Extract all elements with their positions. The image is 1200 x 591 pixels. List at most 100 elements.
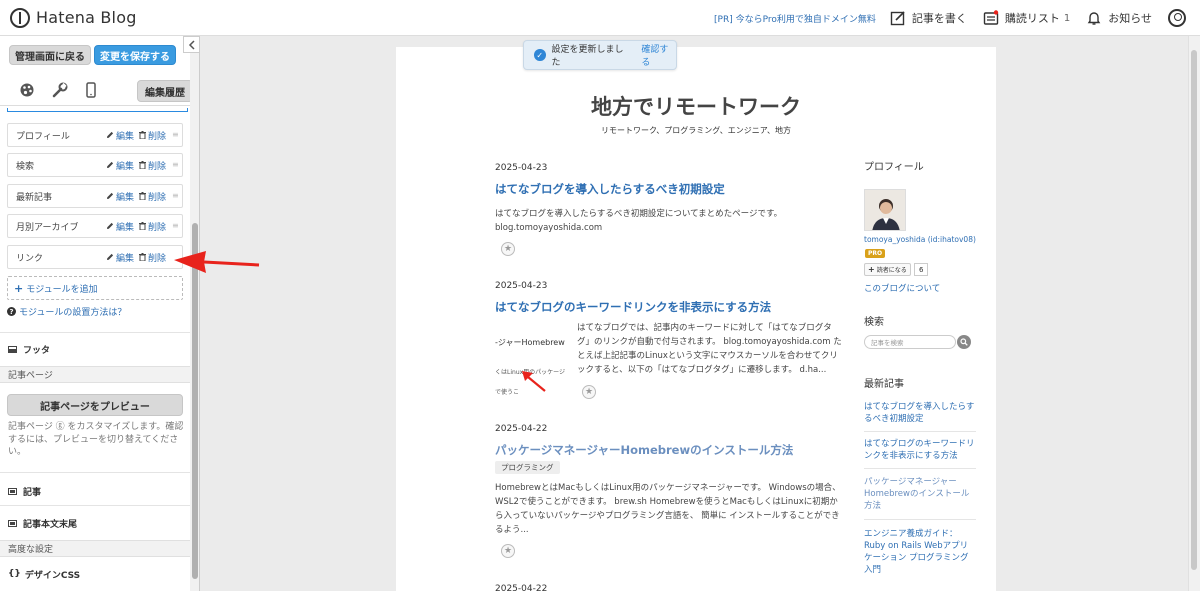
module-edit-button[interactable]: 編集 <box>106 220 134 233</box>
entry-title[interactable]: はてなブログのキーワードリンクを非表示にする方法 <box>495 299 771 315</box>
module-delete-button[interactable]: 削除 <box>138 129 166 142</box>
module-edit-label: 編集 <box>115 222 134 233</box>
blog-title[interactable]: 地方でリモートワーク <box>396 91 996 121</box>
pro-badge: PRO <box>865 249 886 258</box>
article-icon <box>8 487 17 495</box>
drag-handle-icon[interactable]: ≡ <box>172 131 179 139</box>
write-article-button[interactable]: 記事を書く <box>890 10 967 26</box>
advanced-group-header: 高度な設定 <box>0 540 190 557</box>
star-icon[interactable]: ★ <box>501 544 515 558</box>
pr-link[interactable]: [PR] 今ならPro利用で独自ドメイン無料 <box>714 12 876 25</box>
recent-article-link[interactable]: エンジニア養成ガイド：Ruby on Rails Webアプリケーション プログ… <box>864 528 976 576</box>
module-howto-link[interactable]: ? モジュールの設置方法は？ <box>7 305 126 318</box>
preview-scrollbar-thumb[interactable] <box>1191 50 1197 570</box>
notifications-label: お知らせ <box>1108 12 1152 25</box>
module-edit-button[interactable]: 編集 <box>106 251 134 264</box>
pencil-icon <box>106 161 114 168</box>
write-article-label: 記事を書く <box>911 12 967 25</box>
hatena-blog-logo[interactable]: Hatena Blog <box>10 7 137 28</box>
profile-widget-title: プロフィール <box>864 162 924 173</box>
save-changes-button[interactable]: 変更を保存する <box>94 45 176 65</box>
profile-name-link[interactable]: tomoya_yoshida (id:ihatov08) <box>864 235 976 244</box>
trash-icon <box>138 131 146 139</box>
article-section[interactable]: 記事 <box>0 484 190 498</box>
add-module-button[interactable]: + モジュールを追加 <box>7 276 183 300</box>
preview-article-page-button[interactable]: 記事ページをプレビュー <box>7 394 183 416</box>
module-delete-button[interactable]: 削除 <box>138 251 166 264</box>
entry-summary: HomebrewとはMacもしくはLinux用のパッケージマネージャーです。 W… <box>495 483 841 535</box>
footer-icon <box>8 345 17 353</box>
entry-date[interactable]: 2025-04-23 <box>495 163 547 173</box>
entry-summary: はてなブログでは、記事内のキーワードに対して「はてなブログタグ」のリンクが自動で… <box>577 323 842 375</box>
edit-history-button[interactable]: 編集履歴 <box>137 80 193 102</box>
module-profile[interactable]: プロフィール 編集 削除 ≡ <box>7 123 183 147</box>
search-icon[interactable] <box>957 335 971 349</box>
wrench-icon[interactable] <box>51 81 69 99</box>
toast-confirm-link[interactable]: 確認する <box>641 42 676 68</box>
module-delete-button[interactable]: 削除 <box>138 190 166 203</box>
module-recent-articles[interactable]: 最新記事 編集 削除 ≡ <box>7 184 183 208</box>
top-bar: Hatena Blog [PR] 今ならPro利用で独自ドメイン無料 記事を書く… <box>0 0 1200 36</box>
smartphone-icon[interactable] <box>82 81 100 99</box>
category-tag[interactable]: プログラミング <box>495 461 560 474</box>
pencil-icon <box>106 222 114 229</box>
chevron-left-icon <box>188 39 195 50</box>
entry-date[interactable]: 2025-04-23 <box>495 281 547 291</box>
module-link[interactable]: リンク 編集 削除 <box>7 245 183 269</box>
about-blog-link[interactable]: このブログについて <box>864 282 940 294</box>
recent-article-link[interactable]: はてなブログのキーワードリンクを非表示にする方法 <box>864 438 976 462</box>
blog-search-input[interactable]: 記事を検索 <box>864 335 956 349</box>
thumb-text: -ジャーHomebrew <box>495 338 565 347</box>
question-icon: ? <box>7 307 16 316</box>
drag-handle-icon[interactable]: ≡ <box>172 222 179 230</box>
pencil-icon <box>106 131 114 138</box>
article-footer-icon <box>8 519 17 527</box>
module-delete-button[interactable]: 削除 <box>138 159 166 172</box>
module-edit-button[interactable]: 編集 <box>106 159 134 172</box>
red-arrow-in-thumbnail <box>522 371 546 392</box>
subscribe-count: 1 <box>1063 12 1071 24</box>
trash-icon <box>138 161 146 169</box>
module-edit-label: 編集 <box>115 253 134 264</box>
become-reader-button[interactable]: + 読者になる <box>864 263 911 276</box>
profile-photo[interactable] <box>864 189 906 231</box>
footer-section[interactable]: フッタ <box>0 342 190 356</box>
module-edit-button[interactable]: 編集 <box>106 129 134 142</box>
subscribe-list-button[interactable]: 購読リスト 1 <box>983 10 1070 26</box>
trash-icon <box>138 192 146 200</box>
reader-count: 6 <box>914 263 929 276</box>
entry-date[interactable]: 2025-04-22 <box>495 584 547 591</box>
collapse-sidebar-button[interactable] <box>183 36 200 53</box>
star-icon[interactable]: ★ <box>501 242 515 256</box>
module-delete-label: 削除 <box>147 131 166 142</box>
back-to-dashboard-button[interactable]: 管理画面に戻る <box>9 45 91 65</box>
drag-handle-icon[interactable]: ≡ <box>172 161 179 169</box>
divider <box>0 472 190 473</box>
entry-date[interactable]: 2025-04-22 <box>495 424 547 434</box>
user-avatar-icon[interactable] <box>1168 9 1186 27</box>
module-search[interactable]: 検索 編集 削除 ≡ <box>7 153 183 177</box>
star-icon[interactable]: ★ <box>582 385 596 399</box>
module-delete-label: 削除 <box>147 222 166 233</box>
module-edit-button[interactable]: 編集 <box>106 190 134 203</box>
entry-title[interactable]: はてなブログを導入したらするべき初期設定 <box>495 181 725 197</box>
recent-article-link[interactable]: パッケージマネージャーHomebrewのインストール方法 <box>864 476 976 512</box>
article-footer-section[interactable]: 記事本文末尾 <box>0 516 190 530</box>
edit-icon <box>890 11 905 26</box>
divider <box>864 431 976 432</box>
drag-handle-icon[interactable]: ≡ <box>172 192 179 200</box>
module-delete-button[interactable]: 削除 <box>138 220 166 233</box>
blog-description: リモートワーク、プログラミング、エンジニア、地方 <box>601 126 791 135</box>
settings-updated-toast: ✓ 設定を更新しました 確認する <box>523 40 677 70</box>
trash-icon <box>138 222 146 230</box>
entry-title[interactable]: パッケージマネージャーHomebrewのインストール方法 <box>495 442 793 458</box>
palette-icon[interactable] <box>18 81 36 99</box>
module-delete-label: 削除 <box>147 192 166 203</box>
module-edit-label: 編集 <box>115 161 134 172</box>
notifications-button[interactable]: お知らせ <box>1086 10 1152 26</box>
preview-description: 記事ページ ⓖ をカスタマイズします。確認するには、プレビューを切り替えてくださ… <box>8 422 184 457</box>
recent-article-link[interactable]: はてなブログを導入したらするべき初期設定 <box>864 401 976 425</box>
entry-thumbnail[interactable]: -ジャーHomebrew くはLinux用のパッケージ で使うこ <box>495 335 571 411</box>
design-css-section[interactable]: {} デザインCSS <box>0 567 190 581</box>
module-monthly-archive[interactable]: 月別アーカイブ 編集 削除 ≡ <box>7 214 183 238</box>
